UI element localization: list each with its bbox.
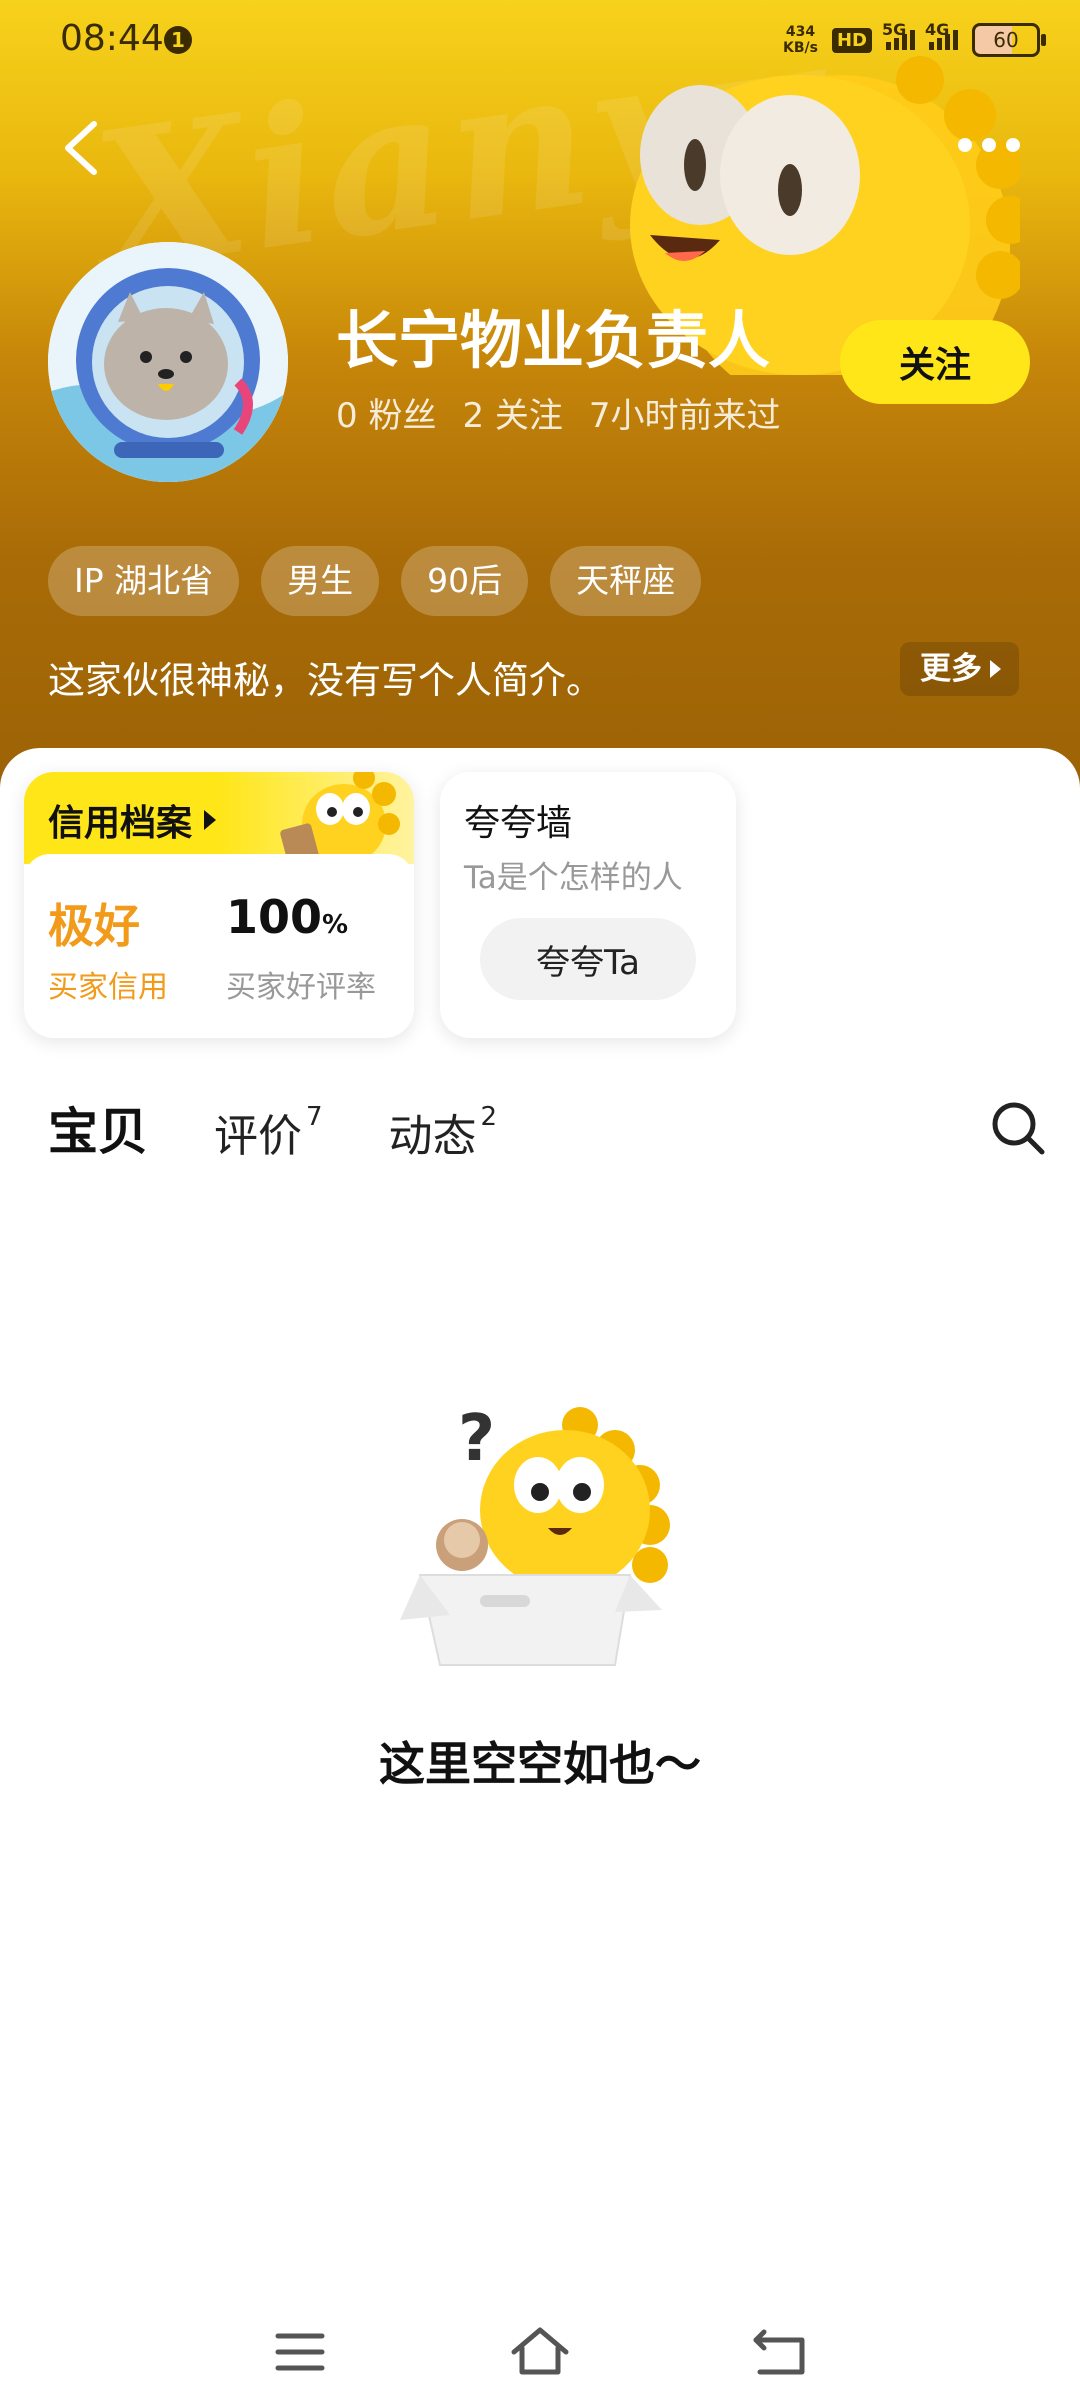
status-time: 08:44: [60, 18, 164, 59]
status-bar: 08:44 1 434 KB/s HD 5G 4G 60: [0, 0, 1080, 80]
chevron-right-icon: [990, 660, 1001, 678]
follow-button[interactable]: 关注: [840, 320, 1030, 404]
content-tabs: 宝贝 评价 7 动态 2: [46, 1092, 498, 1164]
tab-items[interactable]: 宝贝: [46, 1092, 148, 1164]
network-speed-unit: KB/s: [783, 40, 818, 56]
tab-posts-label: 动态: [388, 1111, 477, 1162]
network-speed: 434 KB/s: [783, 24, 818, 56]
buyer-rating-number: 100: [226, 890, 323, 944]
avatar-cat-image: [48, 242, 288, 482]
svg-text:?: ?: [458, 1402, 495, 1476]
tab-reviews[interactable]: 评价 7: [214, 1100, 323, 1164]
praise-wall-subtitle: Ta是个怎样的人: [464, 860, 683, 896]
praise-button[interactable]: 夸夸Ta: [480, 918, 696, 1000]
bio-more-button[interactable]: 更多: [900, 642, 1019, 696]
tab-posts[interactable]: 动态 2: [389, 1100, 498, 1164]
bio-more-label: 更多: [920, 651, 982, 687]
tab-reviews-count: 7: [306, 1102, 323, 1133]
tab-items-label: 宝贝: [48, 1103, 148, 1161]
signal-5g-label: 5G: [882, 20, 907, 39]
empty-state-message: 这里空空如也～: [379, 1737, 701, 1791]
praise-wall-title: 夸夸墙: [464, 803, 573, 844]
menu-icon[interactable]: [270, 2322, 330, 2382]
following-count[interactable]: 2 关注: [462, 388, 562, 437]
credit-profile-card[interactable]: 信用档案 极好 买家信用 100% 买家好评率: [24, 772, 414, 1038]
profile-username: 长宁物业负责人: [336, 304, 771, 377]
tag-zodiac: 天秤座: [550, 546, 702, 616]
profile-tags: IP 湖北省 男生 90后 天秤座: [48, 546, 702, 616]
chevron-right-icon: [204, 810, 217, 830]
buyer-credit-value: 极好: [48, 899, 140, 953]
credit-card-header: 信用档案: [24, 772, 414, 869]
back-nav-icon[interactable]: [750, 2322, 810, 2382]
hd-icon: HD: [831, 27, 872, 53]
system-navigation-bar: [0, 2300, 1080, 2408]
followers-count[interactable]: 0 粉丝: [336, 388, 436, 437]
battery-icon: 60: [972, 23, 1046, 57]
back-arrow-icon[interactable]: [58, 118, 108, 178]
tag-ip-location: IP 湖北省: [48, 546, 240, 616]
notification-badge: 1: [164, 26, 192, 54]
buyer-rating-value: 100%: [226, 890, 348, 944]
last-seen: 7小时前来过: [588, 396, 781, 436]
network-speed-value: 434: [785, 24, 816, 40]
empty-box-mascot-illustration: ?: [400, 1402, 670, 1666]
credit-card-title: 信用档案: [48, 794, 217, 846]
tab-reviews-label: 评价: [214, 1111, 302, 1162]
profile-stats: 0 粉丝 2 关注 7小时前来过: [336, 388, 781, 437]
search-icon[interactable]: [990, 1100, 1046, 1156]
buyer-credit-label: 买家信用: [48, 970, 168, 1005]
profile-bio: 这家伙很神秘，没有写个人简介。: [48, 659, 603, 702]
avatar[interactable]: [48, 242, 288, 482]
tag-gender: 男生: [261, 546, 380, 616]
home-icon[interactable]: [510, 2322, 570, 2382]
signal-4g-icon: 4G: [925, 20, 958, 50]
praise-wall-card[interactable]: 夸夸墙 Ta是个怎样的人 夸夸Ta: [440, 772, 736, 1038]
signal-5g-icon: 5G: [882, 20, 915, 50]
tab-posts-count: 2: [480, 1102, 498, 1133]
credit-card-title-label: 信用档案: [48, 803, 193, 844]
buyer-rating-unit: %: [322, 910, 349, 940]
signal-4g-label: 4G: [925, 20, 950, 39]
tag-age-group: 90后: [401, 546, 529, 616]
buyer-rating-label: 买家好评率: [226, 970, 376, 1005]
more-options-icon[interactable]: [958, 130, 1038, 160]
